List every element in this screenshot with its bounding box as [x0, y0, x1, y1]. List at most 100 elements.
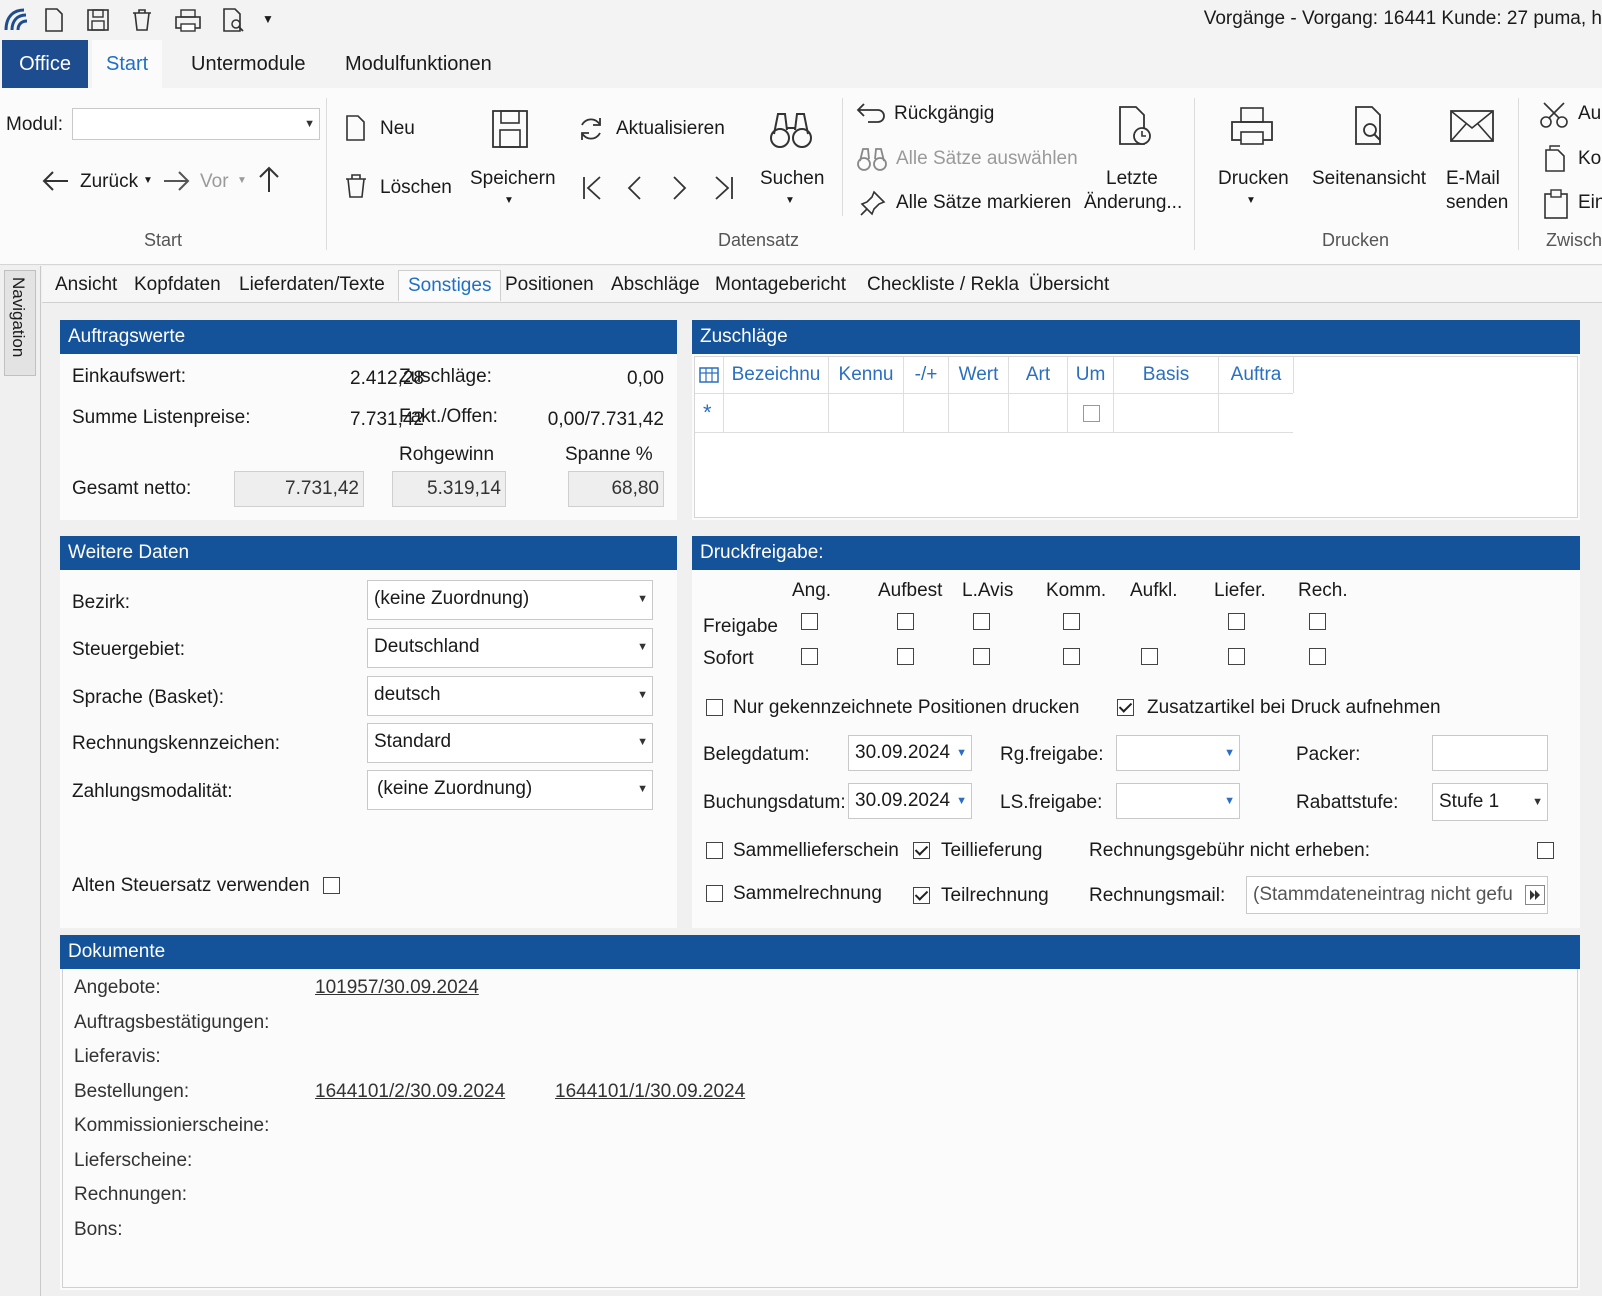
email-senden-button[interactable]: senden — [1446, 192, 1508, 214]
tab-kopfdaten[interactable]: Kopfdaten — [125, 270, 230, 300]
sofort-aufbest-checkbox[interactable] — [897, 648, 914, 665]
binoculars-icon[interactable] — [768, 108, 814, 152]
bestellung-link-1[interactable]: 1644101/2/30.09.2024 — [315, 1081, 505, 1103]
paste-icon[interactable] — [1542, 188, 1570, 220]
tab-start[interactable]: Start — [92, 40, 163, 88]
drucken-dropdown-icon[interactable]: ▼ — [1246, 195, 1256, 206]
freigabe-aufbest-checkbox[interactable] — [897, 613, 914, 630]
tab-checkliste-rekla[interactable]: Checkliste / Rekla — [858, 270, 1028, 300]
cut-button[interactable]: Au — [1578, 103, 1601, 125]
quick-access-dropdown-icon[interactable]: ▼ — [262, 12, 274, 26]
freigabe-komm-checkbox[interactable] — [1063, 613, 1080, 630]
email-icon[interactable] — [1448, 108, 1496, 144]
recent-changes-icon[interactable] — [1114, 104, 1156, 148]
copy-button[interactable]: Ko — [1578, 148, 1601, 170]
freigabe-lavis-checkbox[interactable] — [973, 613, 990, 630]
col-um[interactable]: Um — [1068, 357, 1114, 393]
delete-record-icon[interactable] — [342, 172, 370, 200]
grid-new-row[interactable]: * — [695, 393, 1293, 433]
rgfreigabe-select[interactable]: ▼ — [1116, 735, 1240, 771]
freigabe-liefer-checkbox[interactable] — [1228, 613, 1245, 630]
bezirk-select[interactable]: (keine Zuordnung) ▼ — [367, 580, 653, 620]
up-arrow-icon[interactable] — [256, 164, 282, 196]
tab-sonstiges[interactable]: Sonstiges — [398, 270, 502, 301]
letzte-label-1[interactable]: Letzte — [1106, 168, 1158, 190]
paste-button[interactable]: Ein — [1578, 192, 1602, 214]
save-icon[interactable] — [84, 6, 112, 34]
pin-icon[interactable] — [858, 188, 888, 218]
freigabe-rech-checkbox[interactable] — [1309, 613, 1326, 630]
freigabe-ang-checkbox[interactable] — [801, 613, 818, 630]
tab-untermodule[interactable]: Untermodule — [177, 40, 320, 88]
delete-icon[interactable] — [128, 6, 156, 34]
col-plus-minus[interactable]: -/+ — [904, 357, 949, 393]
alle-saetze-markieren-button[interactable]: Alle Sätze markieren — [896, 192, 1071, 214]
neu-button[interactable]: Neu — [380, 118, 415, 140]
forward-dropdown-icon[interactable]: ▼ — [237, 175, 247, 186]
angebot-link[interactable]: 101957/30.09.2024 — [315, 977, 479, 999]
tab-office[interactable]: Office — [2, 40, 88, 88]
col-kennung[interactable]: Kennu — [829, 357, 904, 393]
col-wert[interactable]: Wert — [949, 357, 1009, 393]
sprache-select[interactable]: deutsch ▼ — [367, 676, 653, 716]
suchen-dropdown-icon[interactable]: ▼ — [785, 195, 795, 206]
sofort-aufkl-checkbox[interactable] — [1141, 648, 1158, 665]
next-record-icon[interactable] — [668, 174, 690, 202]
first-record-icon[interactable] — [580, 174, 606, 202]
back-arrow-icon[interactable] — [40, 168, 72, 194]
tab-positionen[interactable]: Positionen — [496, 270, 603, 300]
new-document-icon[interactable] — [42, 6, 70, 34]
undo-icon[interactable] — [854, 100, 888, 128]
new-record-icon[interactable] — [344, 114, 368, 142]
teilrechnung-checkbox[interactable] — [913, 887, 930, 904]
last-record-icon[interactable] — [710, 174, 736, 202]
teillieferung-checkbox[interactable] — [913, 842, 930, 859]
modul-select[interactable]: ▼ — [72, 108, 320, 140]
alle-saetze-auswaehlen-button[interactable]: Alle Sätze auswählen — [896, 148, 1078, 170]
save-record-icon[interactable] — [490, 108, 530, 150]
cut-icon[interactable] — [1538, 100, 1570, 130]
letzte-aenderung-button[interactable]: Änderung... — [1084, 192, 1182, 214]
nur-gekennzeichnete-checkbox[interactable] — [706, 699, 723, 716]
back-dropdown-icon[interactable]: ▼ — [143, 175, 153, 186]
navigation-toggle[interactable]: Navigation — [4, 270, 36, 376]
copy-icon[interactable] — [1540, 144, 1570, 174]
buchungsdatum-picker[interactable]: 30.09.2024 ▼ — [848, 783, 972, 819]
printer-icon[interactable] — [1228, 104, 1276, 148]
sofort-ang-checkbox[interactable] — [801, 648, 818, 665]
drucken-button[interactable]: Drucken — [1218, 168, 1289, 190]
page-view-icon[interactable] — [1350, 104, 1390, 148]
rueckgaengig-button[interactable]: Rückgängig — [894, 103, 994, 125]
seitenansicht-button[interactable]: Seitenansicht — [1312, 168, 1426, 190]
speichern-button[interactable]: Speichern — [470, 168, 556, 190]
print-icon[interactable] — [172, 6, 204, 34]
forward-arrow-icon[interactable] — [160, 168, 192, 194]
alten-steuersatz-checkbox[interactable] — [323, 877, 340, 894]
rechnungsgebuehr-checkbox[interactable] — [1537, 842, 1554, 859]
col-bezeichnung[interactable]: Bezeichnu — [724, 357, 829, 393]
col-auftrag[interactable]: Auftra — [1219, 357, 1294, 393]
tab-ansicht[interactable]: Ansicht — [46, 270, 126, 300]
rechnungskennzeichen-select[interactable]: Standard ▼ — [367, 723, 653, 763]
suchen-button[interactable]: Suchen — [760, 168, 824, 190]
bestellung-link-2[interactable]: 1644101/1/30.09.2024 — [555, 1081, 745, 1103]
sammelrechnung-checkbox[interactable] — [706, 885, 723, 902]
sofort-lavis-checkbox[interactable] — [973, 648, 990, 665]
rabattstufe-select[interactable]: Stufe 1 ▼ — [1432, 783, 1548, 821]
grid-columns-icon[interactable] — [695, 357, 724, 393]
lsfreigabe-select[interactable]: ▼ — [1116, 783, 1240, 819]
sammellieferschein-checkbox[interactable] — [706, 842, 723, 859]
packer-input[interactable] — [1432, 735, 1548, 771]
tab-abschlaege[interactable]: Abschläge — [602, 270, 709, 300]
email-label-1[interactable]: E-Mail — [1446, 168, 1500, 190]
sofort-liefer-checkbox[interactable] — [1228, 648, 1245, 665]
rechnungsmail-field[interactable]: (Stammdateneintrag nicht gefu — [1246, 876, 1548, 914]
forward-button[interactable]: Vor — [200, 171, 229, 193]
tab-montagebericht[interactable]: Montagebericht — [706, 270, 855, 300]
col-art[interactable]: Art — [1009, 357, 1068, 393]
refresh-icon[interactable] — [576, 114, 606, 144]
tab-uebersicht[interactable]: Übersicht — [1020, 270, 1118, 300]
tab-lieferdaten-texte[interactable]: Lieferdaten/Texte — [230, 270, 394, 300]
open-lookup-icon[interactable] — [1525, 885, 1545, 905]
loeschen-button[interactable]: Löschen — [380, 177, 452, 199]
